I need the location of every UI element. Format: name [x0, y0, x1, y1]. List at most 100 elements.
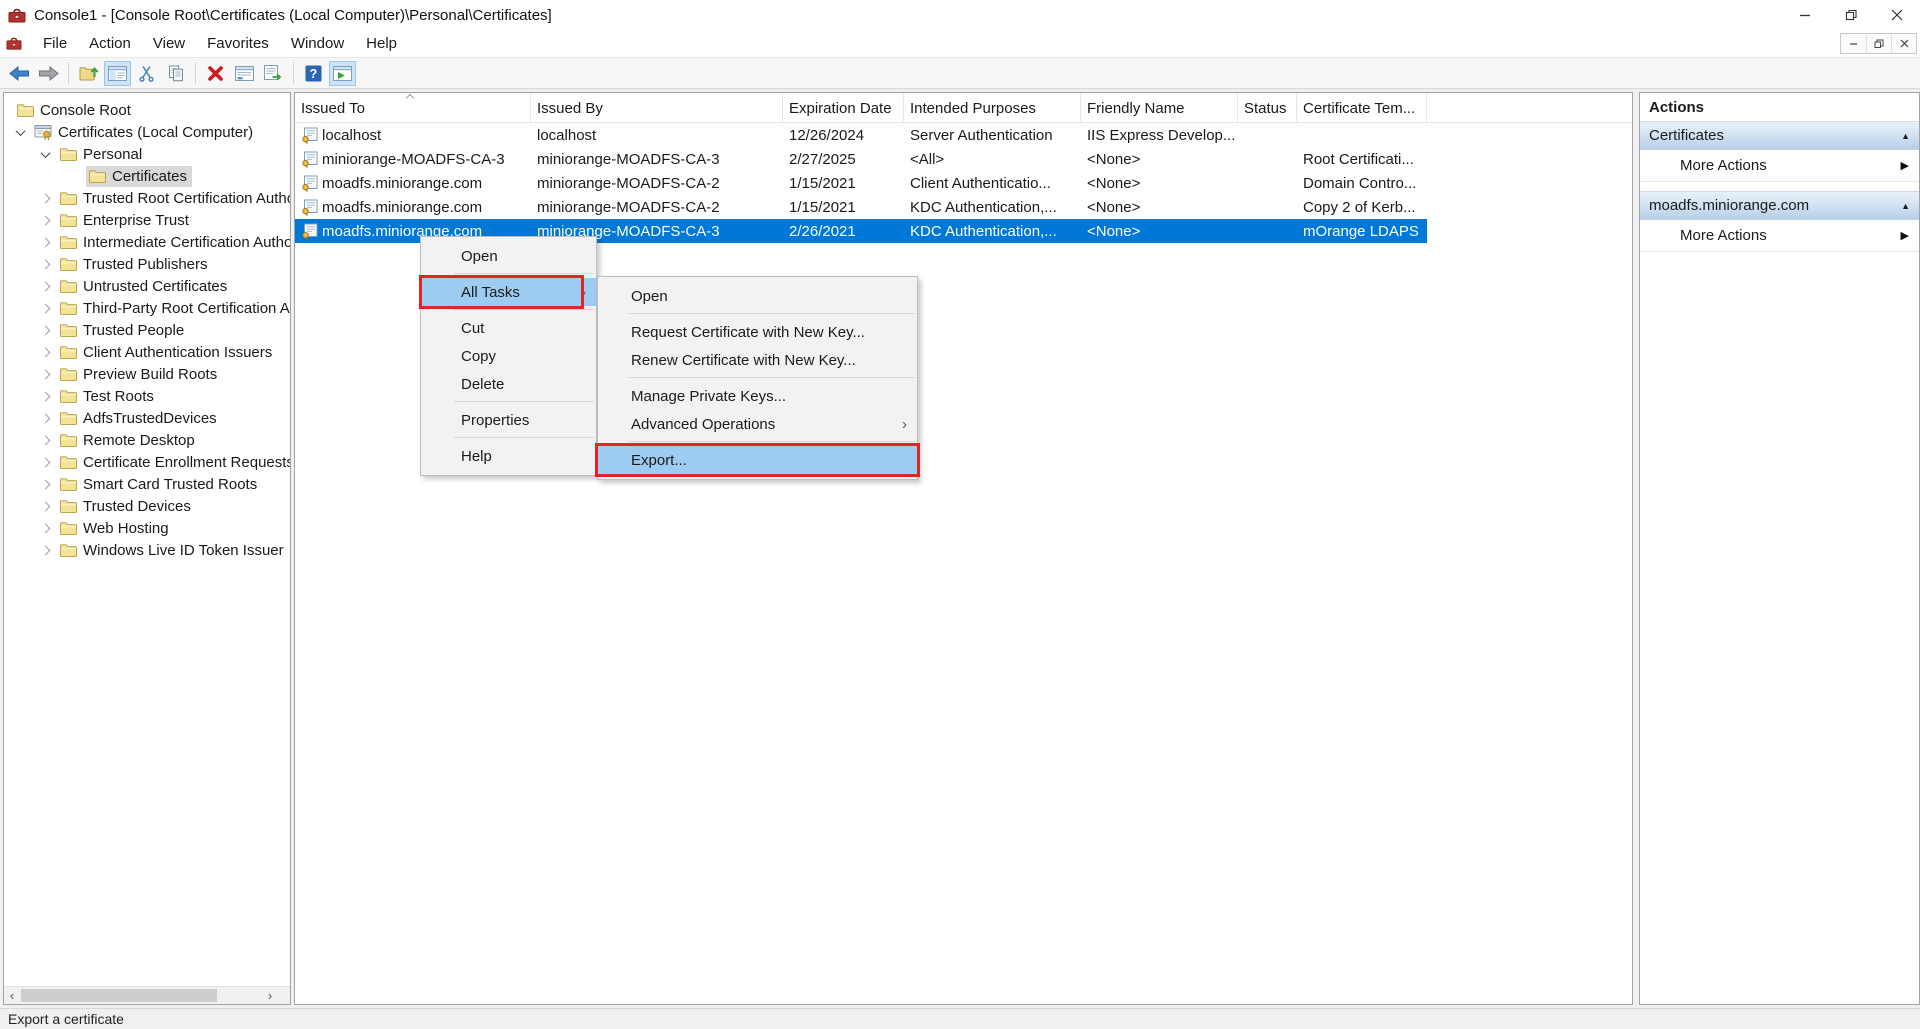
menu-item-cut[interactable]: Cut	[421, 314, 596, 342]
tree-item-certificates[interactable]: Certificates	[4, 165, 290, 187]
scroll-right-icon[interactable]: ›	[262, 987, 278, 1004]
show-action-pane-button[interactable]	[329, 61, 356, 86]
restore-icon[interactable]	[1828, 0, 1874, 30]
certificate-row[interactable]: moadfs.miniorange.comminiorange-MOADFS-C…	[295, 195, 1427, 219]
chevron-collapsed-icon[interactable]	[33, 547, 57, 554]
tree-item-remote-desktop[interactable]: Remote Desktop	[4, 429, 290, 451]
tree-item-smart-card-trusted-roots[interactable]: Smart Card Trusted Roots	[4, 473, 290, 495]
chevron-expanded-icon[interactable]	[33, 151, 57, 158]
certificate-row[interactable]: localhostlocalhost12/26/2024Server Authe…	[295, 123, 1427, 147]
column-header-issued_to[interactable]: Issued To	[295, 93, 531, 123]
chevron-collapsed-icon[interactable]	[33, 349, 57, 356]
close-icon[interactable]	[1874, 0, 1920, 30]
menu-item-advanced-operations[interactable]: Advanced Operations›	[598, 410, 917, 438]
menu-view[interactable]: View	[142, 32, 196, 56]
column-header-expiration_date[interactable]: Expiration Date	[783, 93, 904, 123]
back-button[interactable]	[6, 61, 33, 86]
menu-item-all-tasks[interactable]: All Tasks›	[421, 278, 596, 306]
menu-window[interactable]: Window	[280, 32, 355, 56]
chevron-collapsed-icon[interactable]	[33, 371, 57, 378]
certificate-row[interactable]: miniorange-MOADFS-CA-3miniorange-MOADFS-…	[295, 147, 1427, 171]
tree-item-personal[interactable]: Personal	[4, 143, 290, 165]
chevron-expanded-icon[interactable]	[8, 129, 32, 136]
delete-button[interactable]	[202, 61, 229, 86]
chevron-collapsed-icon[interactable]	[33, 415, 57, 422]
tree-item-certificates-local-computer[interactable]: Certificates (Local Computer)	[4, 121, 290, 143]
chevron-collapsed-icon[interactable]	[33, 217, 57, 224]
menu-file[interactable]: File	[32, 32, 78, 56]
scroll-left-icon[interactable]: ‹	[4, 987, 20, 1004]
export-list-button[interactable]	[260, 61, 287, 86]
properties-button[interactable]	[231, 61, 258, 86]
close-icon[interactable]	[1891, 34, 1916, 53]
cut-button[interactable]	[133, 61, 160, 86]
tree-item-third-party-root-certification-au[interactable]: Third-Party Root Certification Au	[4, 297, 290, 319]
tree-item-trusted-people[interactable]: Trusted People	[4, 319, 290, 341]
menu-help[interactable]: Help	[355, 32, 408, 56]
tree-item-console-root[interactable]: Console Root	[4, 99, 290, 121]
chevron-collapsed-icon[interactable]	[33, 393, 57, 400]
minimize-icon[interactable]	[1782, 0, 1828, 30]
chevron-collapsed-icon[interactable]	[33, 327, 57, 334]
tree-item-trusted-devices[interactable]: Trusted Devices	[4, 495, 290, 517]
tree-item-content: Untrusted Certificates	[57, 276, 232, 297]
action-group-header[interactable]: Certificates▲	[1640, 122, 1919, 150]
menu-item-open[interactable]: Open	[598, 282, 917, 310]
menu-item-delete[interactable]: Delete	[421, 370, 596, 398]
chevron-collapsed-icon[interactable]	[33, 481, 57, 488]
menu-favorites[interactable]: Favorites	[196, 32, 280, 56]
minimize-icon[interactable]	[1841, 34, 1866, 53]
tree-item-client-authentication-issuers[interactable]: Client Authentication Issuers	[4, 341, 290, 363]
more-actions-item[interactable]: More Actions▶	[1640, 220, 1919, 251]
column-header-status[interactable]: Status	[1238, 93, 1297, 123]
certificate-icon	[301, 223, 318, 240]
chevron-collapsed-icon[interactable]	[33, 195, 57, 202]
tree-item-windows-live-id-token-issuer[interactable]: Windows Live ID Token Issuer	[4, 539, 290, 561]
chevron-collapsed-icon[interactable]	[33, 283, 57, 290]
help-button[interactable]: ?	[300, 61, 327, 86]
menu-item-open[interactable]: Open	[421, 242, 596, 270]
tree-item-enterprise-trust[interactable]: Enterprise Trust	[4, 209, 290, 231]
tree-horizontal-scrollbar[interactable]: ‹ ›	[4, 986, 290, 1004]
column-header-issued_by[interactable]: Issued By	[531, 93, 783, 123]
show-console-tree-button[interactable]	[104, 61, 131, 86]
menu-item-help[interactable]: Help	[421, 442, 596, 470]
menu-item-manage-private-keys[interactable]: Manage Private Keys...	[598, 382, 917, 410]
chevron-collapsed-icon[interactable]	[33, 305, 57, 312]
tree-item-certificate-enrollment-requests[interactable]: Certificate Enrollment Requests	[4, 451, 290, 473]
forward-button[interactable]	[35, 61, 62, 86]
tree-item-untrusted-certificates[interactable]: Untrusted Certificates	[4, 275, 290, 297]
scrollbar-thumb[interactable]	[21, 989, 217, 1002]
menu-item-properties[interactable]: Properties	[421, 406, 596, 434]
column-header-certificate_template[interactable]: Certificate Tem...	[1297, 93, 1427, 123]
chevron-collapsed-icon[interactable]	[33, 525, 57, 532]
chevron-collapsed-icon[interactable]	[33, 261, 57, 268]
chevron-up-icon[interactable]: ▲	[1901, 201, 1910, 211]
tree-item-intermediate-certification-autho[interactable]: Intermediate Certification Autho	[4, 231, 290, 253]
menu-action[interactable]: Action	[78, 32, 142, 56]
menu-item-request-certificate-with-new-key[interactable]: Request Certificate with New Key...	[598, 318, 917, 346]
chevron-collapsed-icon[interactable]	[33, 459, 57, 466]
tree-item-test-roots[interactable]: Test Roots	[4, 385, 290, 407]
restore-icon[interactable]	[1866, 34, 1891, 53]
menu-item-copy[interactable]: Copy	[421, 342, 596, 370]
toolbar: ?	[0, 58, 1920, 89]
tree-item-trusted-publishers[interactable]: Trusted Publishers	[4, 253, 290, 275]
menu-item-export[interactable]: Export...	[598, 446, 917, 474]
more-actions-item[interactable]: More Actions▶	[1640, 150, 1919, 181]
menu-item-renew-certificate-with-new-key[interactable]: Renew Certificate with New Key...	[598, 346, 917, 374]
column-header-friendly_name[interactable]: Friendly Name	[1081, 93, 1238, 123]
up-one-level-button[interactable]	[75, 61, 102, 86]
column-header-intended_purposes[interactable]: Intended Purposes	[904, 93, 1081, 123]
tree-item-preview-build-roots[interactable]: Preview Build Roots	[4, 363, 290, 385]
chevron-up-icon[interactable]: ▲	[1901, 131, 1910, 141]
tree-item-adfstrusteddevices[interactable]: AdfsTrustedDevices	[4, 407, 290, 429]
chevron-collapsed-icon[interactable]	[33, 437, 57, 444]
chevron-collapsed-icon[interactable]	[33, 239, 57, 246]
tree-item-trusted-root-certification-autho[interactable]: Trusted Root Certification Autho	[4, 187, 290, 209]
tree-item-web-hosting[interactable]: Web Hosting	[4, 517, 290, 539]
action-group-header[interactable]: moadfs.miniorange.com▲	[1640, 192, 1919, 220]
certificate-row[interactable]: moadfs.miniorange.comminiorange-MOADFS-C…	[295, 171, 1427, 195]
copy-button[interactable]	[162, 61, 189, 86]
chevron-collapsed-icon[interactable]	[33, 503, 57, 510]
